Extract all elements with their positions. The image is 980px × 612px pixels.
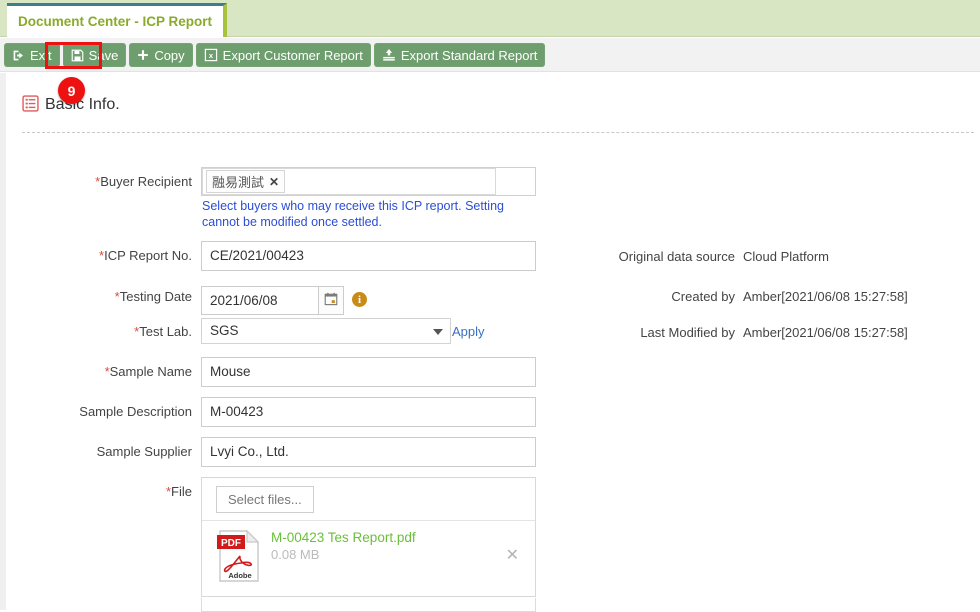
test-lab-select[interactable]: SGS bbox=[201, 318, 451, 344]
file-remove-icon[interactable]: ✕ bbox=[506, 548, 519, 564]
exit-button[interactable]: Exit bbox=[4, 43, 60, 67]
buyer-recipient-field[interactable]: 融易測試 ✕ bbox=[201, 167, 536, 196]
chevron-down-icon bbox=[433, 329, 443, 335]
plus-icon bbox=[137, 49, 149, 61]
file-upload-header: Select files... bbox=[202, 478, 535, 521]
tab-label: Document Center - ICP Report bbox=[17, 14, 213, 29]
label-icp-report-no: *ICP Report No. bbox=[99, 248, 192, 263]
buyer-chip-remove-icon[interactable]: ✕ bbox=[269, 175, 279, 189]
calendar-icon bbox=[324, 292, 338, 309]
buyer-recipient-hint: Select buyers who may receive this ICP r… bbox=[202, 199, 504, 229]
export-standard-report-button[interactable]: Export Standard Report bbox=[373, 43, 546, 67]
tab-strip: Document Center - ICP Report bbox=[0, 0, 980, 37]
buyer-recipient-chip-area[interactable]: 融易測試 ✕ bbox=[202, 168, 496, 195]
copy-button[interactable]: Copy bbox=[129, 43, 193, 67]
sample-name-input[interactable]: Mouse bbox=[201, 357, 536, 387]
testing-date-info-icon[interactable]: i bbox=[352, 292, 367, 307]
select-files-button[interactable]: Select files... bbox=[216, 485, 314, 513]
file-attachment-row: PDF Adobe M-00423 Tes Report.pdf 0.08 MB… bbox=[202, 521, 535, 604]
list-icon bbox=[22, 95, 39, 115]
label-sample-name: *Sample Name bbox=[104, 364, 192, 379]
label-created-by: Created by bbox=[671, 289, 735, 304]
label-sample-supplier: Sample Supplier bbox=[96, 444, 192, 459]
label-last-modified-by: Last Modified by bbox=[640, 325, 735, 340]
exit-label: Exit bbox=[30, 48, 52, 63]
export-download-icon bbox=[382, 48, 396, 62]
save-button[interactable]: Save bbox=[62, 43, 127, 67]
pdf-badge-text: PDF bbox=[221, 538, 241, 549]
value-created-by: Amber[2021/06/08 15:27:58] bbox=[743, 289, 908, 304]
label-file: *File bbox=[165, 484, 192, 499]
export-customer-report-button[interactable]: x Export Customer Report bbox=[195, 43, 371, 67]
toolbar: Exit Save Copy x Export Customer Report … bbox=[0, 38, 980, 72]
label-test-lab: *Test Lab. bbox=[134, 324, 192, 339]
save-label: Save bbox=[88, 48, 119, 63]
pdf-brand-text: Adobe bbox=[228, 571, 251, 580]
svg-text:x: x bbox=[209, 51, 214, 60]
copy-label: Copy bbox=[154, 48, 185, 63]
sample-supplier-input[interactable]: Lvyi Co., Ltd. bbox=[201, 437, 536, 467]
testing-date-input[interactable]: 2021/06/08 bbox=[201, 286, 319, 315]
buyer-chip: 融易測試 ✕ bbox=[206, 170, 286, 193]
pdf-file-icon: PDF Adobe bbox=[216, 528, 262, 584]
file-size-label: 0.08 MB bbox=[271, 547, 320, 562]
file-upload-widget: Select files... PDF Adobe M-00423 Tes Re… bbox=[201, 477, 536, 597]
buyer-chip-label: 融易測試 bbox=[212, 175, 265, 190]
tab-document-center-icp-report[interactable]: Document Center - ICP Report bbox=[7, 3, 227, 37]
value-original-data-source: Cloud Platform bbox=[743, 249, 829, 264]
test-lab-selected-value: SGS bbox=[210, 323, 239, 338]
excel-file-icon: x bbox=[204, 48, 218, 62]
export-customer-report-label: Export Customer Report bbox=[222, 48, 363, 63]
label-testing-date: *Testing Date bbox=[114, 289, 192, 304]
value-last-modified-by: Amber[2021/06/08 15:27:58] bbox=[743, 325, 908, 340]
calendar-picker-button[interactable] bbox=[319, 286, 344, 315]
export-standard-report-label: Export Standard Report bbox=[400, 48, 538, 63]
label-buyer-recipient: *Buyer Recipient bbox=[95, 174, 192, 189]
file-meta: M-00423 Tes Report.pdf 0.08 MB bbox=[271, 528, 416, 604]
label-original-data-source: Original data source bbox=[618, 249, 735, 264]
floppy-disk-icon bbox=[71, 49, 84, 62]
section-divider bbox=[22, 132, 974, 133]
file-name-link[interactable]: M-00423 Tes Report.pdf bbox=[271, 530, 416, 545]
exit-icon bbox=[12, 49, 25, 62]
sample-description-input[interactable]: M-00423 bbox=[201, 397, 536, 427]
step-number-badge: 9 bbox=[58, 77, 85, 104]
label-sample-description: Sample Description bbox=[79, 404, 192, 419]
section-title: Basic Info. bbox=[45, 96, 120, 113]
